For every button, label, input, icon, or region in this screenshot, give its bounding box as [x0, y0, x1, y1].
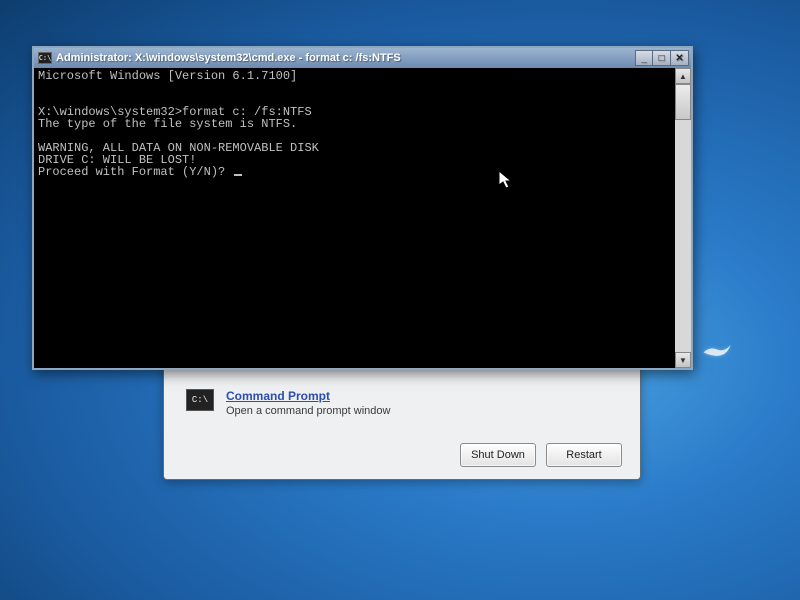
cursor-icon — [234, 174, 242, 176]
scroll-down-button[interactable]: ▼ — [675, 352, 691, 368]
shut-down-button[interactable]: Shut Down — [460, 443, 536, 467]
option-heading[interactable]: Command Prompt — [226, 389, 390, 403]
minimize-button[interactable]: _ — [635, 50, 653, 66]
scroll-thumb[interactable] — [675, 84, 691, 120]
option-description: Open a command prompt window — [226, 405, 390, 417]
scroll-track[interactable] — [675, 84, 691, 352]
terminal-line: The type of the file system is NTFS. — [38, 117, 297, 131]
cmd-titlebar[interactable]: C:\ Administrator: X:\windows\system32\c… — [34, 48, 691, 68]
cmd-title-text: Administrator: X:\windows\system32\cmd.e… — [56, 52, 631, 64]
wallpaper-bird-icon — [702, 340, 732, 362]
terminal-line: Proceed with Format (Y/N)? — [38, 165, 232, 179]
option-text: Command Prompt Open a command prompt win… — [226, 389, 390, 417]
close-button[interactable]: ✕ — [671, 50, 689, 66]
console-icon: C:\ — [186, 389, 214, 411]
scroll-up-button[interactable]: ▲ — [675, 68, 691, 84]
maximize-button[interactable]: □ — [653, 50, 671, 66]
terminal-line: Microsoft Windows [Version 6.1.7100] — [38, 69, 297, 83]
cmd-title-icon: C:\ — [38, 52, 52, 64]
command-prompt-option[interactable]: C:\ Command Prompt Open a command prompt… — [164, 381, 640, 417]
terminal-output[interactable]: Microsoft Windows [Version 6.1.7100] X:\… — [34, 68, 675, 368]
restart-button[interactable]: Restart — [546, 443, 622, 467]
cmd-scrollbar[interactable]: ▲ ▼ — [675, 68, 691, 368]
cmd-window: C:\ Administrator: X:\windows\system32\c… — [32, 46, 693, 370]
